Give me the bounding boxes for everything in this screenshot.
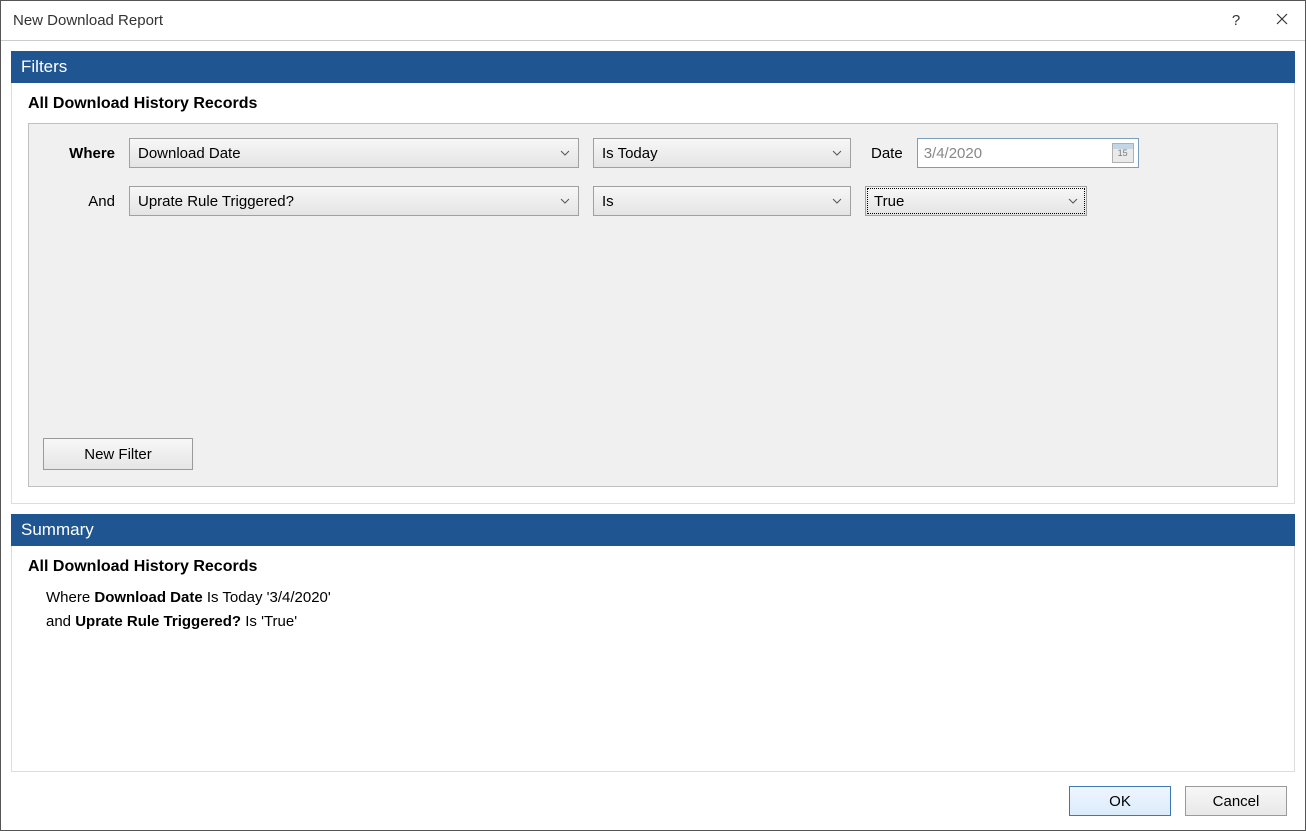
summary-line-1: Where Download Date Is Today '3/4/2020' [46,586,1278,610]
close-button[interactable] [1259,1,1305,41]
chevron-down-icon [832,150,842,156]
filters-section-body: All Download History Records Where Downl… [11,83,1295,504]
operator-select[interactable]: Is Today [593,138,851,168]
dialog-title: New Download Report [13,12,1213,29]
summary-section-header: Summary [11,514,1295,546]
summary-text: Where Download Date Is Today '3/4/2020' … [46,586,1278,634]
help-button[interactable]: ? [1213,1,1259,41]
calendar-icon[interactable]: 15 [1112,143,1134,163]
cancel-button[interactable]: Cancel [1185,786,1287,816]
filter-panel-spacer [43,234,1263,438]
chevron-down-icon [560,150,570,156]
date-input[interactable]: 3/4/2020 15 [917,138,1139,168]
filter-row: Where Download Date Is Today Date [43,138,1263,168]
chevron-down-icon [1068,198,1078,204]
filter-row-label: Where [43,145,115,162]
help-icon: ? [1232,12,1240,29]
summary-line-2: and Uprate Rule Triggered? Is 'True' [46,610,1278,634]
field-select[interactable]: Uprate Rule Triggered? [129,186,579,216]
summary-heading: All Download History Records [28,558,1278,576]
close-icon [1276,12,1288,29]
field-select-value: Download Date [138,145,241,162]
field-select-value: Uprate Rule Triggered? [138,193,294,210]
ok-button[interactable]: OK [1069,786,1171,816]
summary-section-body: All Download History Records Where Downl… [11,546,1295,772]
filters-section-header: Filters [11,51,1295,83]
dialog-window: New Download Report ? Filters All Downlo… [0,0,1306,831]
field-select[interactable]: Download Date [129,138,579,168]
chevron-down-icon [560,198,570,204]
dialog-content: Filters All Download History Records Whe… [1,41,1305,772]
value-select[interactable]: True [865,186,1087,216]
operator-select[interactable]: Is [593,186,851,216]
date-input-value: 3/4/2020 [924,145,982,162]
titlebar: New Download Report ? [1,1,1305,41]
filter-row-label: And [43,193,115,210]
filter-row: And Uprate Rule Triggered? Is [43,186,1263,216]
filters-group-heading: All Download History Records [28,95,1278,113]
operator-select-value: Is [602,193,614,210]
value-select-value: True [874,193,904,210]
filter-panel: Where Download Date Is Today Date [28,123,1278,487]
dialog-footer: OK Cancel [1,772,1305,830]
new-filter-button[interactable]: New Filter [43,438,193,470]
date-label: Date [871,145,903,162]
operator-select-value: Is Today [602,145,658,162]
chevron-down-icon [832,198,842,204]
